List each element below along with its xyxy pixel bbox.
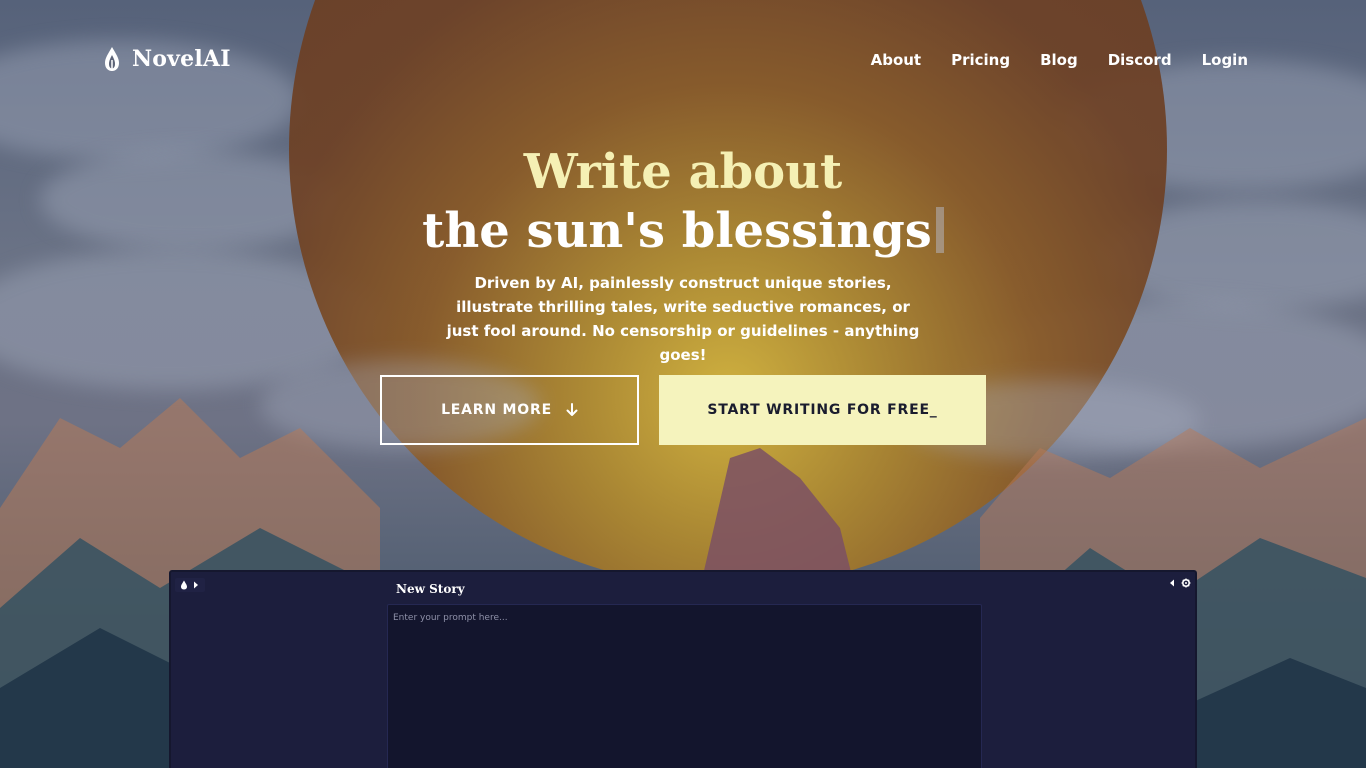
hero-description: Driven by AI, painlessly construct uniqu… — [446, 274, 920, 364]
start-writing-label: START WRITING FOR FREE_ — [707, 402, 938, 418]
story-title[interactable]: New Story — [396, 582, 465, 596]
prompt-editor — [387, 604, 982, 768]
chevron-right-icon[interactable] — [191, 580, 201, 590]
start-writing-button[interactable]: START WRITING FOR FREE_ — [659, 375, 986, 445]
site-header: NovelAI About Pricing Blog Discord Login — [0, 0, 1366, 120]
arrow-down-icon — [566, 403, 578, 416]
learn-more-button[interactable]: LEARN MORE — [380, 375, 639, 445]
nav-about-link[interactable]: About — [871, 51, 922, 69]
learn-more-label: LEARN MORE — [441, 402, 552, 418]
prompt-input[interactable] — [388, 605, 981, 768]
quill-flame-icon — [105, 47, 119, 71]
nav-blog-link[interactable]: Blog — [1040, 51, 1078, 69]
gear-icon[interactable] — [1181, 578, 1191, 588]
left-panel-controls — [175, 578, 205, 592]
typing-cursor — [935, 207, 944, 253]
story-editor-preview: New Story — [169, 570, 1197, 768]
right-panel-controls — [1167, 578, 1191, 588]
main-nav: About Pricing Blog Discord Login — [871, 51, 1248, 69]
nav-login-link[interactable]: Login — [1202, 51, 1248, 69]
brand-name: NovelAI — [132, 46, 231, 72]
nav-discord-link[interactable]: Discord — [1108, 51, 1172, 69]
hero-headline-typed-text: the sun's blessings — [422, 203, 932, 259]
chevron-left-icon[interactable] — [1167, 578, 1177, 588]
logo-icon[interactable] — [179, 580, 189, 590]
hero-headline-line1: Write about — [523, 144, 843, 200]
brand-logo[interactable]: NovelAI — [102, 46, 231, 72]
nav-pricing-link[interactable]: Pricing — [951, 51, 1010, 69]
hero-headline-line2: the sun's blessings — [0, 203, 1366, 259]
